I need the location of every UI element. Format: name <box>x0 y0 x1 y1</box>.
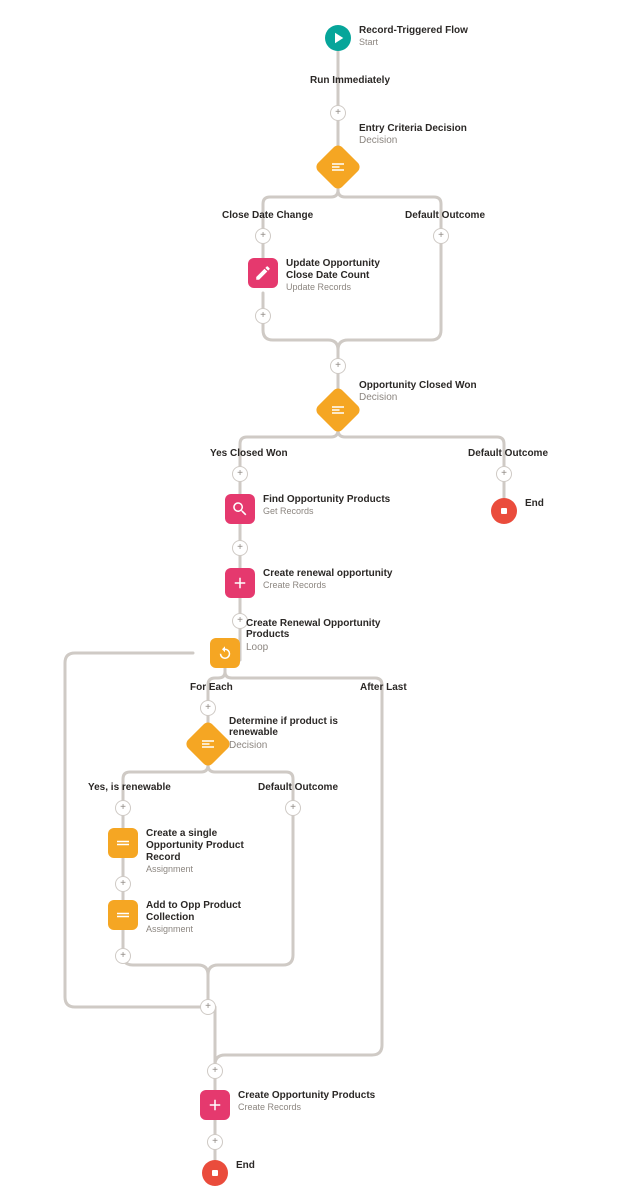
branch-yes-renewable: Yes, is renewable <box>88 782 171 793</box>
after-last-label: After Last <box>360 682 407 693</box>
update-records-icon <box>248 258 278 288</box>
decision-icon <box>314 143 362 191</box>
create-records-icon <box>200 1090 230 1120</box>
decision-renewable[interactable] <box>191 727 225 761</box>
decision-icon <box>314 386 362 434</box>
add-to-collection[interactable]: Add to Opp Product Collection Assignment <box>108 900 266 935</box>
determine-title: Determine if product is renewable <box>229 716 349 738</box>
get-records-subtitle: Get Records <box>263 506 390 517</box>
determine-subtitle: Decision <box>229 740 267 751</box>
add-element-button[interactable]: + <box>330 358 346 374</box>
create-records-subtitle-2: Create Records <box>238 1102 375 1113</box>
branch-default-2: Default Outcome <box>468 448 548 459</box>
end-label-2: End <box>236 1160 255 1172</box>
assignment-title-2: Add to Opp Product Collection <box>146 900 266 924</box>
closed-won-title: Opportunity Closed Won <box>359 380 477 391</box>
find-opportunity-products[interactable]: Find Opportunity Products Get Records <box>225 494 390 524</box>
add-element-button[interactable]: + <box>200 999 216 1015</box>
start-subtitle: Start <box>359 37 468 48</box>
update-records-subtitle: Update Records <box>286 282 406 293</box>
play-icon <box>325 25 351 51</box>
create-single-opp-product[interactable]: Create a single Opportunity Product Reco… <box>108 828 276 875</box>
create-opportunity-products[interactable]: Create Opportunity Products Create Recor… <box>200 1090 375 1120</box>
decision-entry-criteria[interactable] <box>321 150 355 184</box>
add-element-button[interactable]: + <box>255 308 271 324</box>
add-element-button[interactable]: + <box>207 1063 223 1079</box>
assignment-title: Create a single Opportunity Product Reco… <box>146 828 276 864</box>
add-element-button[interactable]: + <box>232 540 248 556</box>
stop-icon <box>202 1160 228 1186</box>
add-element-button[interactable]: + <box>330 105 346 121</box>
create-renewal-opportunity[interactable]: Create renewal opportunity Create Record… <box>225 568 392 598</box>
add-element-button[interactable]: + <box>115 800 131 816</box>
branch-default-3: Default Outcome <box>258 782 338 793</box>
end-node-1[interactable]: End <box>491 498 544 524</box>
decision-icon <box>184 720 232 768</box>
create-records-subtitle: Create Records <box>263 580 392 591</box>
create-records-icon <box>225 568 255 598</box>
add-element-button[interactable]: + <box>232 466 248 482</box>
loop-node[interactable] <box>210 638 240 668</box>
add-element-button[interactable]: + <box>207 1134 223 1150</box>
add-element-button[interactable]: + <box>496 466 512 482</box>
branch-yes-closed-won: Yes Closed Won <box>210 448 288 459</box>
for-each-label: For Each <box>190 682 233 693</box>
run-immediately-label: Run Immediately <box>310 75 390 86</box>
stop-icon <box>491 498 517 524</box>
update-close-date-count[interactable]: Update Opportunity Close Date Count Upda… <box>248 258 406 293</box>
add-element-button[interactable]: + <box>200 700 216 716</box>
start-node[interactable]: Record-Triggered Flow Start <box>325 25 468 51</box>
add-element-button[interactable]: + <box>255 228 271 244</box>
entry-decision-title: Entry Criteria Decision <box>359 123 467 134</box>
assignment-icon <box>108 900 138 930</box>
add-element-button[interactable]: + <box>285 800 301 816</box>
closed-won-subtitle: Decision <box>359 392 397 403</box>
loop-title: Create Renewal Opportunity Products <box>246 618 386 640</box>
update-records-title: Update Opportunity Close Date Count <box>286 258 406 282</box>
branch-close-date-change: Close Date Change <box>222 210 313 221</box>
get-records-icon <box>225 494 255 524</box>
get-records-title: Find Opportunity Products <box>263 494 390 506</box>
flow-canvas[interactable]: { "start": { "title": "Record-Triggered … <box>0 0 620 1198</box>
create-records-title-2: Create Opportunity Products <box>238 1090 375 1102</box>
loop-icon <box>210 638 240 668</box>
assignment-icon <box>108 828 138 858</box>
connectors <box>0 0 620 1198</box>
assignment-subtitle: Assignment <box>146 864 276 875</box>
create-records-title: Create renewal opportunity <box>263 568 392 580</box>
start-title: Record-Triggered Flow <box>359 25 468 37</box>
add-element-button[interactable]: + <box>433 228 449 244</box>
add-element-button[interactable]: + <box>115 948 131 964</box>
branch-default-1: Default Outcome <box>405 210 485 221</box>
loop-subtitle: Loop <box>246 642 268 653</box>
end-label-1: End <box>525 498 544 510</box>
assignment-subtitle-2: Assignment <box>146 924 266 935</box>
end-node-2[interactable]: End <box>202 1160 255 1186</box>
add-element-button[interactable]: + <box>115 876 131 892</box>
decision-closed-won[interactable] <box>321 393 355 427</box>
entry-decision-subtitle: Decision <box>359 135 397 146</box>
